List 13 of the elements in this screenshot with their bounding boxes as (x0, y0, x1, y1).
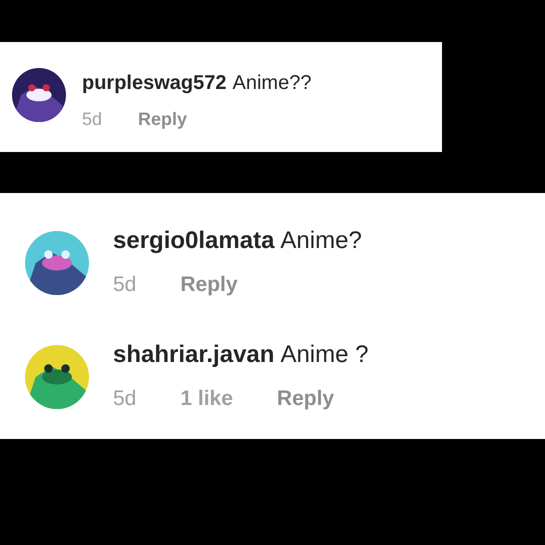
comment-text: Anime ? (280, 341, 368, 369)
comment-time: 5d (82, 109, 102, 130)
reply-button[interactable]: Reply (138, 109, 188, 130)
reply-button[interactable]: Reply (276, 387, 334, 411)
comment-text: Anime?? (232, 72, 312, 95)
like-count[interactable]: 1 like (180, 387, 233, 411)
comment-time: 5d (113, 387, 136, 411)
username[interactable]: purpleswag572 (82, 72, 227, 95)
comment-time: 5d (113, 273, 136, 297)
reply-button[interactable]: Reply (180, 273, 238, 297)
comment-text: Anime? (280, 227, 362, 255)
username[interactable]: sergio0lamata (113, 227, 274, 255)
username[interactable]: shahriar.javan (113, 341, 274, 369)
